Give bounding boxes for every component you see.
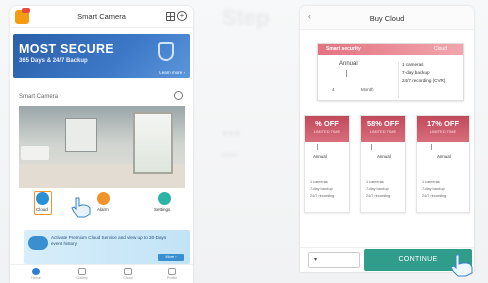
camera-actions: Cloud Alarm Settings (13, 188, 190, 218)
alarm-button-label[interactable]: Alarm (97, 207, 109, 212)
screenshot-stage: Step ... ... Smart Camera + MOST SECURE … (0, 0, 488, 283)
camera-live-view[interactable] (19, 106, 185, 188)
offer-limited: LIMITED TIME (369, 129, 397, 134)
offer-name: Annual (313, 154, 327, 159)
plan-feature: 24/7 recording (CVR) (402, 78, 446, 83)
banner-title: MOST SECURE (19, 42, 114, 56)
add-device-icon[interactable]: + (177, 11, 187, 21)
selected-plan-card[interactable]: Smart security Cloud Annual 4 Month 1 ca… (317, 43, 464, 101)
learn-more-link[interactable]: Learn more › (159, 70, 185, 75)
offer-discount: 58% OFF (366, 119, 400, 128)
offer-feature: 24/7 recording (366, 194, 391, 198)
offer-feature: 24/7 recording (422, 194, 447, 198)
camera-sofa (21, 146, 49, 160)
plan-feature: 7-day backup (402, 70, 430, 75)
offer-limited: LIMITED TIME (429, 129, 457, 134)
nav-item-profile[interactable]: Profile (160, 268, 184, 283)
cloud-icon-large (28, 236, 48, 250)
offer-price-mark (317, 144, 318, 150)
offer-price-mark (371, 144, 372, 150)
plan-card-header: Smart security Cloud (318, 44, 463, 55)
plan-price-mark (346, 70, 347, 77)
tap-hand-icon (71, 197, 91, 218)
plan-feature: 1 cameras (402, 62, 424, 67)
banner-subtitle: 365 Days & 24/7 Backup (19, 58, 88, 64)
gallery-icon (78, 268, 86, 275)
background-watermark-low: ... (222, 140, 238, 160)
share-icon[interactable] (174, 91, 183, 100)
nav-item-gallery[interactable]: Gallery (70, 268, 94, 283)
offer-card[interactable]: % OFF LIMITED TIME Annual 1 cameras 7-da… (304, 115, 350, 213)
offer-header: % OFF LIMITED TIME (305, 116, 349, 142)
offer-feature: 1 cameras (366, 180, 384, 184)
section-label: Smart Camera (19, 94, 59, 100)
cloud-button-label[interactable]: Cloud (36, 207, 48, 212)
offer-feature: 1 cameras (310, 180, 328, 184)
buy-cloud-screen: ‹ Buy Cloud Smart security Cloud Annual … (300, 6, 474, 272)
tap-hand-icon (450, 254, 473, 277)
home-icon (32, 268, 40, 275)
offer-feature: 7-day backup (310, 187, 333, 191)
nav-label-profile: Profile (166, 276, 178, 280)
offer-header: 58% OFF LIMITED TIME (361, 116, 405, 142)
offer-limited: LIMITED TIME (313, 129, 341, 134)
plan-divider (398, 62, 399, 98)
offer-card[interactable]: 58% OFF LIMITED TIME Annual 1 cameras 7-… (360, 115, 406, 213)
buy-footer: ▾ CONTINUE (300, 247, 474, 272)
alarm-icon[interactable] (97, 192, 110, 205)
cloud-promo-card[interactable]: Activate Premium Cloud Service and view … (24, 230, 190, 264)
nav-label-cloud: Cloud (123, 276, 133, 280)
cloud-icon[interactable] (36, 192, 49, 205)
settings-icon[interactable] (158, 192, 171, 205)
promo-text: Activate Premium Cloud Service and view … (51, 235, 167, 246)
offer-card[interactable]: 17% OFF LIMITED TIME Annual 1 cameras 7-… (416, 115, 470, 213)
app-header: Smart Camera + (10, 6, 193, 28)
offer-name: Annual (437, 154, 451, 159)
promo-banner[interactable]: MOST SECURE 365 Days & 24/7 Backup Learn… (13, 34, 190, 78)
settings-button-label[interactable]: Settings (154, 207, 170, 212)
plan-quantity-select[interactable]: ▾ (308, 252, 360, 268)
promo-more-button[interactable]: More › (158, 254, 184, 261)
plan-month-value: 4 (332, 87, 335, 92)
chevron-down-icon: ▾ (314, 257, 318, 263)
bottom-navigation: Home Gallery Cloud Profile (10, 264, 193, 283)
camera-window (133, 112, 173, 174)
offer-feature: 7-day backup (366, 187, 389, 191)
plan-header-right: Cloud (433, 46, 447, 52)
offer-discount: % OFF (315, 119, 339, 128)
grid-view-icon[interactable] (166, 12, 175, 21)
offer-header: 17% OFF LIMITED TIME (417, 116, 469, 142)
plan-month-label: Month (361, 87, 374, 92)
shield-icon (158, 42, 174, 61)
offer-price-mark (431, 144, 432, 150)
background-watermark-mid: ... (222, 115, 241, 140)
offer-discount: 17% OFF (426, 119, 460, 128)
nav-label-gallery: Gallery (76, 276, 88, 280)
plan-annual-label: Annual (339, 61, 358, 67)
nav-item-cloud[interactable]: Cloud (116, 268, 140, 283)
offer-name: Annual (377, 154, 391, 159)
offer-feature: 24/7 recording (310, 194, 335, 198)
page-title: Buy Cloud (369, 14, 405, 23)
smart-camera-screen: Smart Camera + MOST SECURE 365 Days & 24… (10, 6, 193, 283)
camera-doorway (65, 118, 97, 152)
plan-header-left: Smart security (326, 46, 361, 52)
offer-feature: 1 cameras (422, 180, 440, 184)
offer-feature: 7-day backup (422, 187, 445, 191)
profile-icon (168, 268, 176, 275)
background-watermark-top: Step (222, 5, 270, 30)
cloud-nav-icon (124, 268, 132, 275)
nav-label-home: Home (31, 276, 41, 280)
nav-item-home[interactable]: Home (24, 268, 48, 283)
buy-cloud-header: ‹ Buy Cloud (300, 6, 474, 30)
